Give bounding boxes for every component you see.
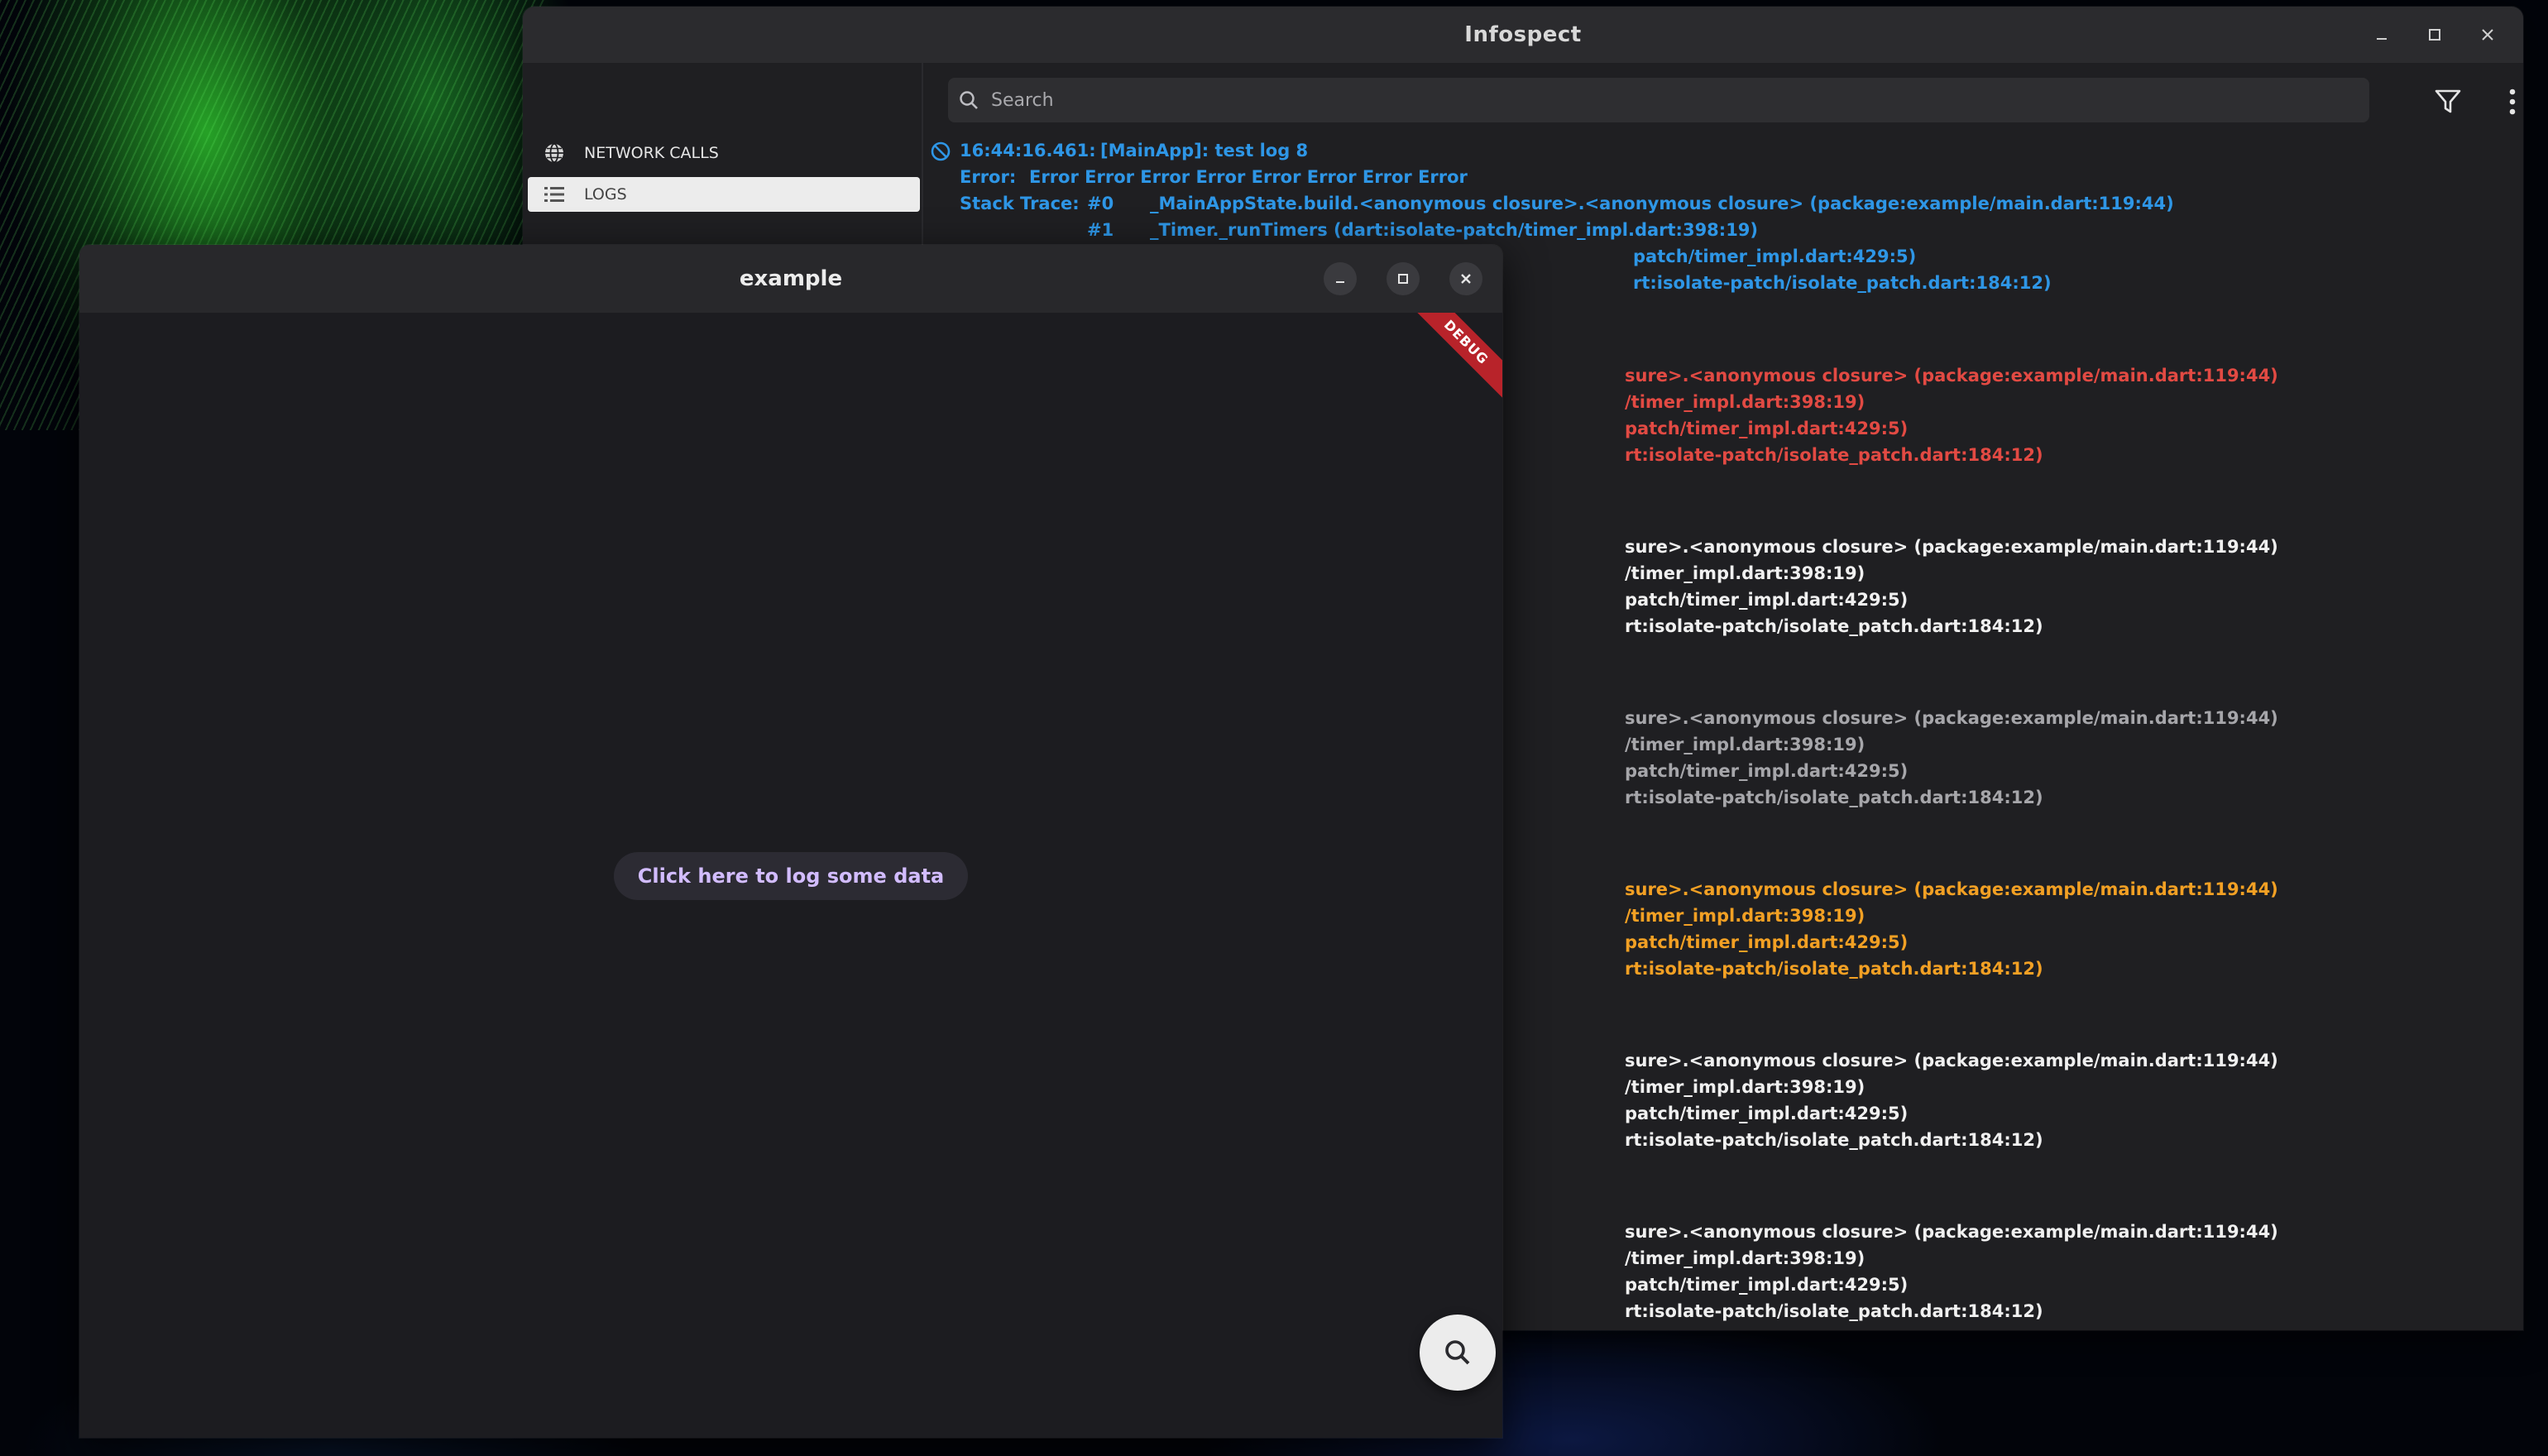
maximize-button[interactable] — [1387, 262, 1420, 295]
sidebar-item-network-calls[interactable]: NETWORK CALLS — [528, 136, 920, 170]
stack-frame-text: sure>.<anonymous closure> (package:examp… — [1625, 366, 2278, 386]
window-title: example — [739, 266, 843, 291]
stack-frame-text: patch/timer_impl.dart:429:5) — [1625, 1275, 1909, 1295]
stack-frame-text: /timer_impl.dart:398:19) — [1625, 735, 1866, 754]
stack-frame-text: rt:isolate-patch/isolate_patch.dart:184:… — [1625, 788, 2043, 807]
minimize-button[interactable] — [2358, 15, 2406, 55]
blocked-icon — [931, 141, 951, 161]
stack-frame-text: patch/timer_impl.dart:429:5) — [1633, 247, 1917, 266]
maximize-icon — [1398, 274, 1408, 284]
maximize-button[interactable] — [2411, 15, 2459, 55]
minimize-icon — [1336, 281, 1344, 283]
stack-frame-text: _Timer._runTimers (dart:isolate-patch/ti… — [1150, 220, 1759, 240]
infospect-window-controls — [2358, 15, 2512, 55]
debug-banner-label: DEBUG — [1404, 313, 1502, 405]
stack-frame-text: sure>.<anonymous closure> (package:examp… — [1625, 879, 2278, 899]
stack-frame-text: rt:isolate-patch/isolate_patch.dart:184:… — [1625, 1301, 2043, 1321]
stack-frame-text: patch/timer_impl.dart:429:5) — [1625, 590, 1909, 610]
stack-frame-text: sure>.<anonymous closure> (package:examp… — [1625, 708, 2278, 728]
stack-frame-text: /timer_impl.dart:398:19) — [1625, 1248, 1866, 1268]
log-data-button[interactable]: Click here to log some data — [614, 852, 968, 900]
stack-frame-text: sure>.<anonymous closure> (package:examp… — [1625, 1222, 2278, 1242]
window-title: Infospect — [1464, 22, 1582, 47]
close-icon — [2482, 29, 2493, 41]
stack-frame-text: /timer_impl.dart:398:19) — [1625, 392, 1866, 412]
stack-frame-text: sure>.<anonymous closure> (package:examp… — [1625, 537, 2278, 557]
stack-frame-text: rt:isolate-patch/isolate_patch.dart:184:… — [1633, 273, 2052, 293]
log-stack-label: Stack Trace: — [960, 194, 1080, 213]
stack-frame-text: patch/timer_impl.dart:429:5) — [1625, 1104, 1909, 1123]
stack-frame-index: #0 — [1087, 194, 1114, 213]
log-title: [MainApp]: test log 8 — [1100, 141, 1309, 160]
example-window: example DEBUG Click here to log some dat… — [79, 245, 1502, 1438]
log-error-label: Error: — [960, 167, 1017, 187]
globe-icon — [538, 142, 571, 164]
stack-frame-text: rt:isolate-patch/isolate_patch.dart:184:… — [1625, 616, 2043, 636]
example-window-controls — [1324, 262, 1482, 295]
stack-frame-text: patch/timer_impl.dart:429:5) — [1625, 761, 1909, 781]
stack-frame-text: patch/timer_impl.dart:429:5) — [1625, 419, 1909, 438]
more-vert-icon — [2509, 89, 2516, 115]
filter-button[interactable] — [2427, 81, 2469, 122]
stack-frame-index: #1 — [1087, 220, 1114, 240]
sidebar-item-label: LOGS — [584, 185, 627, 204]
minimize-icon — [2377, 38, 2387, 40]
search-icon — [1445, 1340, 1470, 1365]
stack-frame-text: rt:isolate-patch/isolate_patch.dart:184:… — [1625, 1130, 2043, 1150]
search-icon — [958, 89, 986, 111]
minimize-button[interactable] — [1324, 262, 1357, 295]
search-input[interactable] — [986, 89, 2369, 111]
infospect-fab-button[interactable] — [1420, 1315, 1496, 1391]
stack-frame-text: /timer_impl.dart:398:19) — [1625, 1077, 1866, 1097]
stack-frame-text: sure>.<anonymous closure> (package:examp… — [1625, 1051, 2278, 1070]
search-bar[interactable] — [948, 78, 2369, 122]
stack-frame-text: rt:isolate-patch/isolate_patch.dart:184:… — [1625, 959, 2043, 979]
close-button[interactable] — [2464, 15, 2512, 55]
stack-frame-text: _MainAppState.build.<anonymous closure>.… — [1150, 194, 2174, 213]
debug-banner: DEBUG — [1403, 313, 1502, 412]
stack-frame-text: /timer_impl.dart:398:19) — [1625, 906, 1866, 926]
sidebar-item-logs[interactable]: LOGS — [528, 177, 920, 212]
stack-frame-text: /timer_impl.dart:398:19) — [1625, 563, 1866, 583]
list-icon — [538, 184, 571, 204]
infospect-titlebar[interactable]: Infospect — [523, 7, 2523, 63]
more-options-button[interactable] — [2492, 81, 2523, 122]
filter-icon — [2435, 89, 2461, 113]
sidebar-item-label: NETWORK CALLS — [584, 144, 719, 162]
stack-frame-text: rt:isolate-patch/isolate_patch.dart:184:… — [1625, 445, 2043, 465]
maximize-icon — [2429, 29, 2440, 41]
close-button[interactable] — [1449, 262, 1482, 295]
example-titlebar[interactable]: example — [79, 245, 1502, 313]
log-error-text: Error Error Error Error Error Error Erro… — [1029, 167, 1468, 187]
close-icon — [1461, 274, 1471, 284]
log-timestamp: 16:44:16.461: — [960, 141, 1096, 160]
stack-frame-text: patch/timer_impl.dart:429:5) — [1625, 932, 1909, 952]
